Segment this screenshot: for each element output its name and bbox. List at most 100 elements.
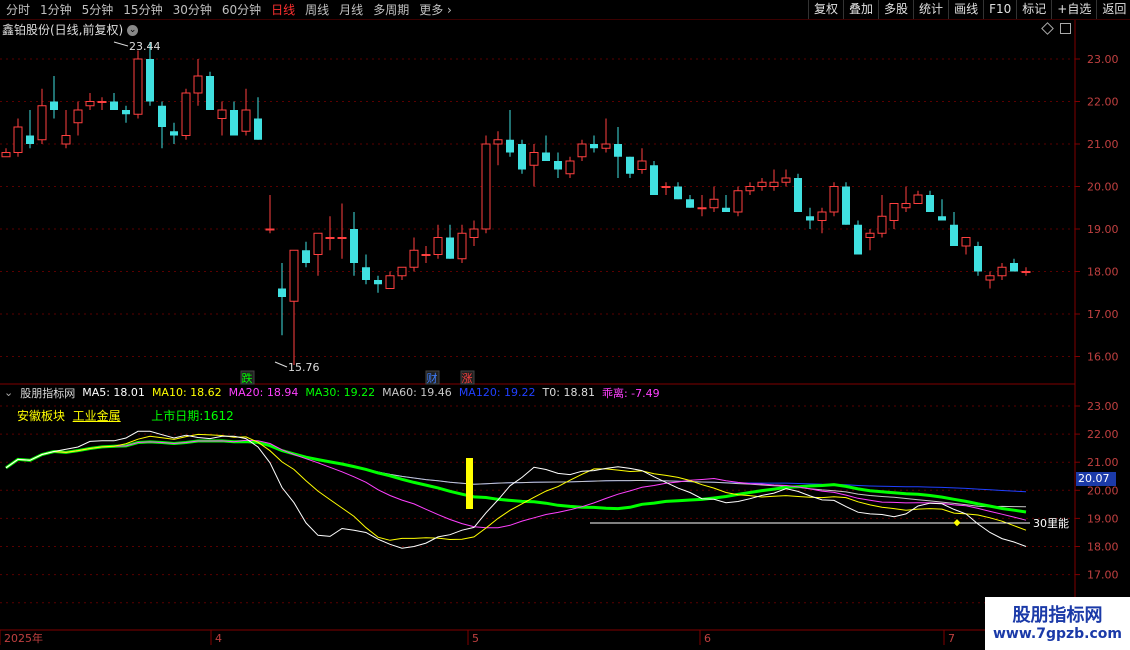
deviation-value: 乖离: -7.49 (601, 386, 660, 400)
candle-body (745, 186, 755, 192)
lower-tick-label: 21.00 (1087, 456, 1119, 469)
candle-body (158, 105, 166, 127)
date-label: 5 (472, 632, 479, 645)
candle-body (481, 143, 491, 230)
ma60-line (5, 440, 1027, 508)
candle-body (961, 237, 971, 247)
event-tag-label: 涨 (462, 372, 473, 385)
watermark-title: 股朋指标网 (1012, 605, 1103, 626)
candle-body (985, 275, 995, 281)
chart-canvas[interactable]: 23.00 22.00 21.00 20.00 19.00 18.00 17.00 16.00… (0, 0, 1130, 650)
candle-body (469, 228, 479, 238)
candle-body (337, 237, 347, 239)
ma5-value: MA5: 18.01 (82, 386, 145, 399)
price-tick-label: 23.00 (1087, 53, 1119, 66)
event-tag-label: 跌 (242, 371, 253, 385)
ma120-line (5, 440, 1027, 493)
price-tick-label: 22.00 (1087, 96, 1119, 109)
candle-body (854, 224, 862, 255)
candle-body (421, 254, 431, 256)
candle-body (1010, 263, 1018, 272)
candle-body (806, 216, 814, 221)
candle-body (110, 101, 118, 110)
lower-tick-label: 17.00 (1087, 569, 1119, 582)
candle-body (193, 75, 203, 94)
candle-body (374, 280, 382, 285)
indicator-name[interactable]: 股朋指标网 (20, 385, 75, 401)
candle-body (529, 152, 539, 166)
candle-body (926, 195, 934, 212)
candle-body (493, 139, 503, 145)
candle-body (146, 59, 154, 102)
candle-body (206, 76, 214, 110)
candle-body (362, 267, 370, 280)
candle-body (901, 203, 911, 209)
date-label: 6 (704, 632, 711, 645)
signal-bar (466, 458, 473, 509)
candle-body (1, 152, 11, 158)
ma60-value: MA60: 19.46 (382, 386, 452, 399)
high-marker-label: 23.44 (129, 40, 161, 53)
candle-body (637, 160, 647, 170)
candle-body (913, 194, 923, 204)
date-label: 4 (215, 632, 222, 645)
candle-body (37, 105, 47, 141)
chevron-down-icon[interactable]: ⌄ (4, 386, 13, 399)
candle-body (781, 177, 791, 183)
reference-label: 30里能 (1033, 516, 1069, 530)
price-tick-label: 19.00 (1087, 223, 1119, 236)
candle-body (50, 101, 58, 110)
candle-body (601, 143, 611, 149)
candle-body (974, 246, 982, 272)
candle-body (554, 161, 562, 170)
candle-body (626, 156, 634, 174)
candle-body (26, 135, 34, 144)
reference-point (953, 519, 961, 527)
candle-body (289, 249, 299, 302)
candle-body (73, 109, 83, 124)
sector-info: 安徽板块 工业金属 上市日期:1612 (17, 407, 234, 424)
candle-body (170, 131, 178, 136)
candle-body (661, 186, 671, 188)
ma30-value: MA30: 19.22 (305, 386, 376, 399)
candle-body (842, 186, 850, 225)
candle-body (542, 152, 550, 161)
date-label: 2025年 (4, 631, 43, 645)
ma20-line (5, 439, 1027, 529)
candle-body (325, 237, 335, 239)
ma30-line (5, 439, 1027, 514)
candle-body (13, 126, 23, 153)
price-tick-label: 20.00 (1087, 181, 1119, 194)
ma10-line (5, 433, 1027, 541)
candle-body (217, 109, 227, 119)
candle-body (457, 232, 467, 260)
candle-body (829, 186, 839, 213)
candle-body (674, 186, 682, 200)
candle-body (302, 250, 310, 263)
ma10-value: MA10: 18.62 (151, 386, 222, 399)
candle-body (769, 181, 779, 187)
candle-body (230, 110, 238, 136)
candle-body (350, 229, 358, 263)
candle-body (757, 181, 767, 187)
candle-body (133, 58, 143, 115)
price-tick-label: 16.00 (1087, 351, 1119, 364)
date-label: 7 (948, 632, 955, 645)
candle-body (938, 216, 946, 221)
high-marker-line (113, 41, 129, 47)
candle-body (97, 101, 107, 103)
candle-body (565, 160, 575, 175)
candle-body (313, 232, 323, 255)
candle-body (254, 118, 262, 140)
candle-body (241, 109, 251, 132)
candle-body (733, 190, 743, 213)
candle-body (950, 224, 958, 246)
ma20-value: MA20: 18.94 (228, 386, 299, 399)
candle-body (1021, 271, 1031, 273)
ma120-value: MA120: 19.22 (458, 386, 536, 399)
candle-body (265, 228, 275, 231)
candle-body (889, 203, 899, 221)
candle-body (686, 199, 694, 208)
candle-body (709, 198, 719, 209)
industry-link[interactable]: 工业金属 (73, 409, 121, 423)
